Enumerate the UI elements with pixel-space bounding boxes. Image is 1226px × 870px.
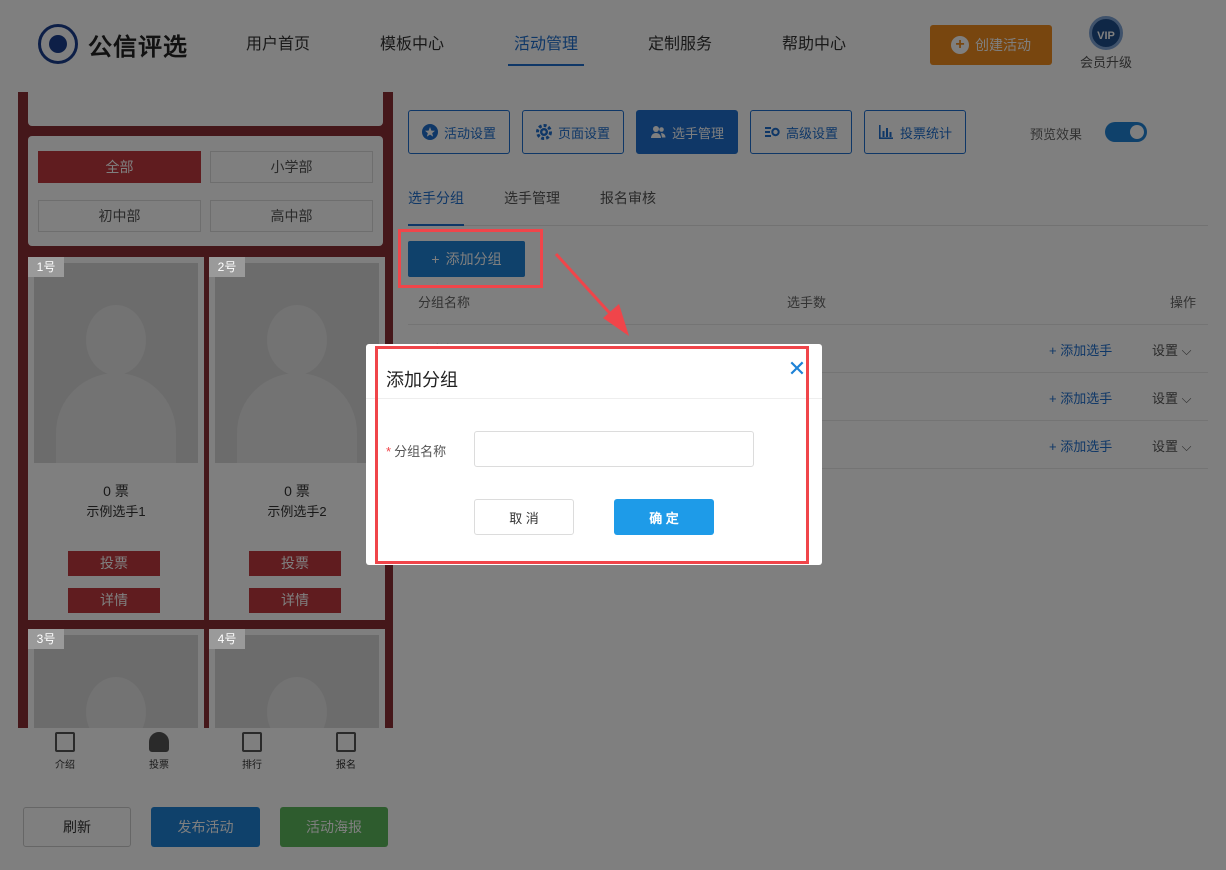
player-number: 1号	[28, 257, 64, 277]
player-number: 3号	[28, 629, 64, 649]
player-number: 2号	[209, 257, 245, 277]
highlight-box-dialog	[375, 346, 809, 564]
highlight-box-add-group	[398, 229, 543, 288]
player-number: 4号	[209, 629, 245, 649]
